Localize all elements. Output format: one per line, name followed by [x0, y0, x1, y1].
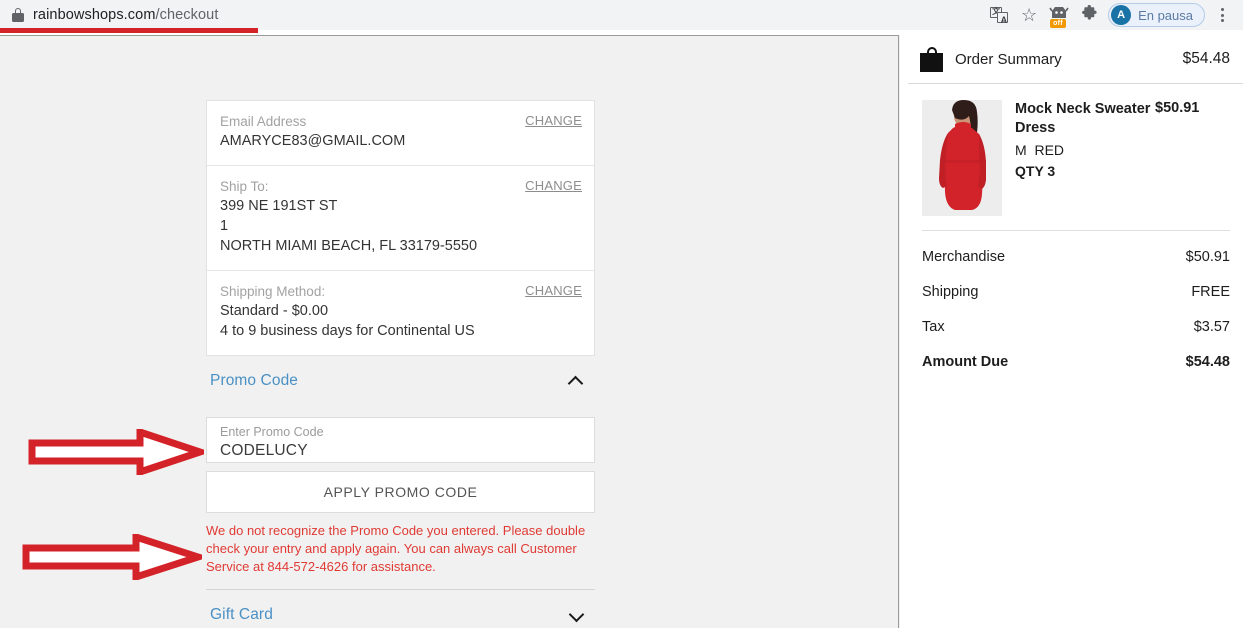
bookmark-button[interactable]: ☆ — [1014, 0, 1044, 30]
shopping-bag-icon — [920, 46, 943, 72]
chevron-up-icon — [569, 377, 583, 386]
order-summary-header[interactable]: Order Summary $54.48 — [908, 35, 1243, 84]
ship-to-block: Ship To: 399 NE 191ST ST 1 NORTH MIAMI B… — [207, 166, 594, 271]
star-icon: ☆ — [1020, 5, 1038, 25]
amount-due-value: $54.48 — [1185, 354, 1230, 370]
shipping-method-change-link[interactable]: CHANGE — [525, 283, 582, 298]
order-item-color: RED — [1034, 142, 1065, 158]
screenshot-root: rainbowshops.com/checkout 文 A ☆ off A En… — [0, 0, 1243, 628]
extension-button[interactable]: off — [1044, 0, 1074, 30]
chrome-menu-button[interactable] — [1207, 0, 1237, 30]
shipping-method-value: Standard - $0.00 — [220, 303, 329, 319]
puzzle-piece-icon — [1081, 4, 1098, 26]
order-summary-title: Order Summary — [955, 50, 1062, 68]
translate-icon: 文 A — [990, 7, 1009, 25]
promo-code-title: Promo Code — [210, 372, 299, 389]
email-block: Email Address AMARYCE83@GMAIL.COM CHANGE — [207, 101, 594, 166]
kebab-menu-icon — [1220, 8, 1224, 22]
promo-code-error-message: We do not recognize the Promo Code you e… — [206, 522, 595, 590]
summary-row-value: $50.91 — [1185, 249, 1230, 265]
chevron-down-icon — [569, 611, 583, 620]
product-thumbnail[interactable] — [922, 100, 1002, 216]
summary-row-label: Shipping — [922, 284, 979, 300]
summary-row-value: FREE — [1191, 284, 1230, 300]
arrow-pointing-to-promo-input — [28, 429, 204, 475]
apply-promo-code-button[interactable]: APPLY PROMO CODE — [206, 471, 595, 513]
order-item-price: $50.91 — [1155, 100, 1200, 116]
shipping-method-eta: 4 to 9 business days for Continental US — [220, 323, 475, 339]
summary-row-amount-due: Amount Due $54.48 — [922, 354, 1230, 370]
checkout-column: Email Address AMARYCE83@GMAIL.COM CHANGE… — [206, 100, 595, 628]
order-summary-total: $54.48 — [1182, 50, 1230, 67]
toolbar-actions: 文 A ☆ off A En pausa — [984, 0, 1243, 30]
page-scrollbar[interactable] — [900, 35, 908, 628]
extension-badge: off — [1050, 19, 1066, 28]
summary-row-label: Merchandise — [922, 249, 1006, 265]
summary-row-label: Tax — [922, 319, 945, 335]
order-item-qty: QTY 3 — [1015, 163, 1056, 179]
order-item-info: Mock Neck Sweater Dress $50.91 M RED QTY… — [1015, 100, 1230, 216]
order-summary-panel: Order Summary $54.48 Mock Neck Sweater D… — [908, 35, 1243, 628]
url-underline-highlight — [0, 28, 258, 33]
order-item-name: Mock Neck Sweater Dress — [1015, 101, 1151, 136]
order-item-attributes: M RED — [1015, 140, 1230, 161]
checkout-main-area: Email Address AMARYCE83@GMAIL.COM CHANGE… — [0, 35, 899, 628]
ship-to-change-link[interactable]: CHANGE — [525, 178, 582, 193]
extensions-button[interactable] — [1074, 0, 1104, 30]
summary-row-value: $3.57 — [1193, 319, 1230, 335]
address-bar[interactable]: rainbowshops.com/checkout — [12, 1, 984, 29]
email-value: AMARYCE83@GMAIL.COM — [220, 133, 406, 149]
arrow-pointing-to-error-message — [22, 534, 202, 580]
summary-row-shipping: Shipping FREE — [922, 284, 1230, 300]
promo-code-input-label: Enter Promo Code — [220, 424, 324, 439]
promo-code-input[interactable]: Enter Promo Code CODELUCY — [206, 417, 595, 463]
ship-to-line-3: NORTH MIAMI BEACH, FL 33179-5550 — [220, 238, 478, 254]
order-item: Mock Neck Sweater Dress $50.91 M RED QTY… — [908, 84, 1243, 216]
email-change-link[interactable]: CHANGE — [525, 113, 582, 128]
ship-to-line-1: 399 NE 191ST ST — [220, 198, 338, 214]
profile-button[interactable]: A En pausa — [1108, 3, 1205, 27]
amount-due-label: Amount Due — [922, 354, 1009, 370]
avatar: A — [1111, 5, 1132, 25]
promo-code-section-header[interactable]: Promo Code — [206, 356, 595, 403]
order-item-size: M — [1015, 142, 1027, 158]
gift-card-section-header[interactable]: Gift Card — [206, 590, 595, 628]
url-path: /checkout — [155, 7, 219, 23]
gift-card-title: Gift Card — [210, 606, 273, 623]
lock-icon — [12, 8, 24, 22]
url-text: rainbowshops.com/checkout — [33, 7, 218, 23]
translate-button[interactable]: 文 A — [984, 0, 1014, 30]
checkout-info-card: Email Address AMARYCE83@GMAIL.COM CHANGE… — [206, 100, 595, 356]
promo-code-body: Enter Promo Code CODELUCY APPLY PROMO CO… — [206, 403, 595, 590]
summary-row-merchandise: Merchandise $50.91 — [922, 249, 1230, 265]
shipping-method-block: Shipping Method: Standard - $0.00 4 to 9… — [207, 271, 594, 355]
profile-status-label: En pausa — [1138, 7, 1193, 23]
browser-toolbar: rainbowshops.com/checkout 文 A ☆ off A En… — [0, 0, 1243, 30]
extension-icon: off — [1048, 4, 1070, 28]
promo-code-input-value: CODELUCY — [220, 441, 308, 459]
summary-row-tax: Tax $3.57 — [922, 319, 1230, 335]
order-summary-totals: Merchandise $50.91 Shipping FREE Tax $3.… — [908, 231, 1243, 370]
ship-to-line-2: 1 — [220, 218, 229, 234]
url-domain: rainbowshops.com — [33, 7, 156, 23]
page-viewport: Email Address AMARYCE83@GMAIL.COM CHANGE… — [0, 35, 1243, 628]
